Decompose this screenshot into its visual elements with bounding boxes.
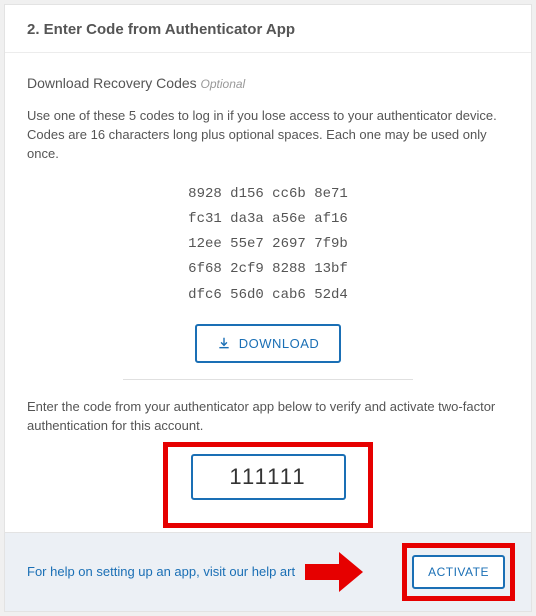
download-label: DOWNLOAD <box>239 336 320 351</box>
recovery-codes-heading: Download Recovery Codes Optional <box>27 73 509 93</box>
optional-label: Optional <box>201 77 246 91</box>
step-title: 2. Enter Code from Authenticator App <box>27 21 509 38</box>
card-footer: For help on setting up an app, visit our… <box>5 532 531 611</box>
mfa-setup-card: 2. Enter Code from Authenticator App Dow… <box>4 4 532 612</box>
recovery-code: 8928 d156 cc6b 8e71 <box>27 182 509 207</box>
recovery-codes-description: Use one of these 5 codes to log in if yo… <box>27 107 509 164</box>
verify-instruction: Enter the code from your authenticator a… <box>27 398 509 436</box>
authenticator-code-input[interactable] <box>191 454 346 500</box>
section-divider <box>123 379 412 380</box>
download-icon <box>217 336 231 350</box>
recovery-code: 6f68 2cf9 8288 13bf <box>27 257 509 282</box>
recovery-codes-list: 8928 d156 cc6b 8e71 fc31 da3a a56e af16 … <box>27 182 509 308</box>
card-header: 2. Enter Code from Authenticator App <box>5 5 531 53</box>
download-button[interactable]: DOWNLOAD <box>195 324 342 363</box>
recovery-codes-title: Download Recovery Codes <box>27 75 197 91</box>
recovery-code: fc31 da3a a56e af16 <box>27 207 509 232</box>
recovery-code: dfc6 56d0 cab6 52d4 <box>27 283 509 308</box>
recovery-code: 12ee 55e7 2697 7f9b <box>27 232 509 257</box>
